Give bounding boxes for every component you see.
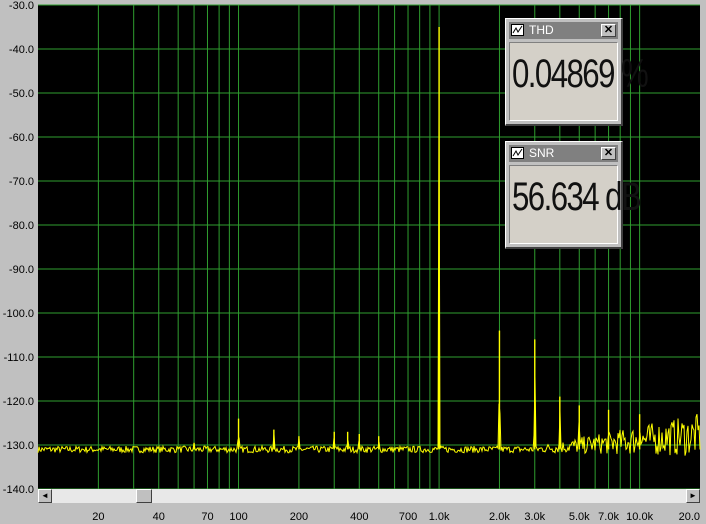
snr-meter-title: SNR [529,146,555,160]
x-tick-label: 20 [92,511,104,523]
y-tick-label: -80.0 [9,220,34,232]
horizontal-scrollbar[interactable]: ◄ ► [38,489,700,503]
y-tick-label: -130.0 [3,440,34,452]
thd-meter-titlebar[interactable]: THD ✕ [509,22,618,39]
y-tick-label: -30.0 [9,0,34,12]
y-tick-label: -40.0 [9,44,34,56]
scroll-right-arrow-icon[interactable]: ► [686,489,700,503]
x-tick-label: 3.0k [524,511,545,523]
x-tick-label: 5.0k [569,511,590,523]
snr-display: 56.634 dB [509,165,642,244]
y-tick-label: -110.0 [4,352,34,364]
y-tick-label: -70.0 [9,176,34,188]
y-tick-label: -120.0 [3,396,34,408]
x-tick-label: 7.0k [598,511,619,523]
thd-close-icon[interactable]: ✕ [601,24,616,37]
thd-meter-window[interactable]: THD ✕ 0.04869 % [505,18,649,126]
scroll-left-arrow-icon[interactable]: ◄ [38,489,52,503]
x-tick-label: 20.0 [679,511,700,523]
y-tick-label: -140.0 [3,484,34,496]
spectrum-analyzer-window: -30.0 -40.0 -50.0 -60.0 -70.0 -80.0 -90.0 -100.… [0,0,706,524]
thd-meter-title: THD [529,23,554,37]
thd-value: 0.04869 % [512,52,649,96]
snr-meter-window[interactable]: SNR ✕ 56.634 dB [505,141,642,249]
snr-meter-titlebar[interactable]: SNR ✕ [509,145,618,162]
y-tick-label: -100.0 [3,308,34,320]
y-tick-label: -50.0 [9,88,34,100]
x-tick-label: 2.0k [489,511,510,523]
x-tick-label: 400 [350,511,368,523]
thd-display: 0.04869 % [509,42,649,121]
meter-wave-icon [511,24,524,36]
scrollbar-thumb[interactable] [136,489,152,503]
snr-value: 56.634 dB [512,175,642,219]
y-tick-label: -90.0 [9,264,34,276]
x-tick-label: 100 [229,511,247,523]
x-tick-label: 70 [201,511,213,523]
meter-wave-icon [511,147,524,159]
x-tick-label: 40 [153,511,165,523]
x-tick-label: 10.0k [626,511,653,523]
x-tick-label: 700 [399,511,417,523]
snr-close-icon[interactable]: ✕ [601,147,616,160]
x-tick-label: 1.0k [429,511,450,523]
y-tick-label: -60.0 [9,132,34,144]
x-tick-label: 200 [290,511,308,523]
